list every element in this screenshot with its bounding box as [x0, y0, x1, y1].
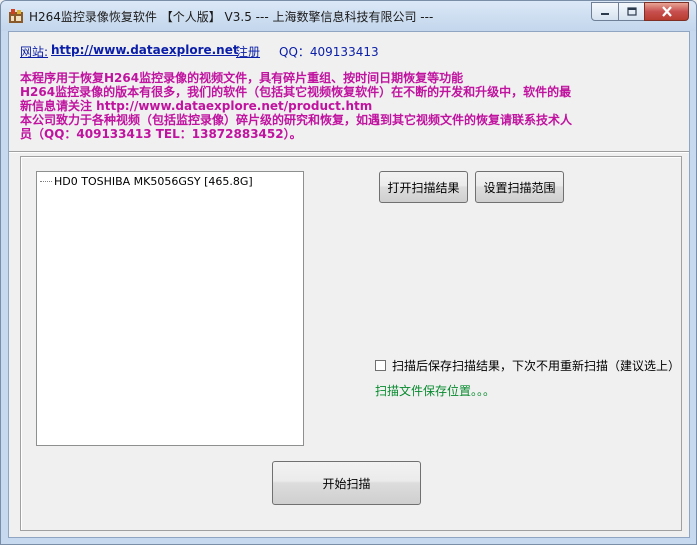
qq-contact: QQ：409133413	[279, 45, 379, 59]
intro-line: 本公司致力于各种视频（包括监控录像）碎片级的研究和恢复，如遇到其它视频文件的恢复…	[20, 113, 573, 127]
intro-line: 新信息请关注 http://www.dataexplore.net/produc…	[20, 99, 373, 113]
divider	[9, 151, 689, 153]
app-icon	[9, 9, 23, 23]
tree-connector	[40, 181, 52, 183]
window-title: H264监控录像恢复软件 【个人版】 V3.5 --- 上海数擎信息科技有限公司…	[29, 10, 434, 24]
open-scan-results-button[interactable]: 打开扫描结果	[379, 171, 468, 203]
website-link[interactable]: http://www.dataexplore.net	[51, 43, 239, 57]
minimize-button[interactable]	[591, 2, 619, 21]
maximize-button[interactable]	[618, 2, 645, 21]
save-location-link[interactable]: 扫描文件保存位置。。。	[375, 382, 495, 399]
app-window: H264监控录像恢复软件 【个人版】 V3.5 --- 上海数擎信息科技有限公司…	[0, 0, 697, 545]
intro-text: 本程序用于恢复H264监控录像的视频文件，具有碎片重组、按时间日期恢复等功能 H…	[20, 71, 682, 141]
client-area: 网站: http://www.dataexplore.net 注册 QQ：409…	[8, 31, 690, 538]
save-results-label: 扫描后保存扫描结果，下次不用重新扫描（建议选上）	[392, 359, 673, 373]
title-bar[interactable]: H264监控录像恢复软件 【个人版】 V3.5 --- 上海数擎信息科技有限公司…	[1, 1, 696, 31]
close-icon	[661, 6, 672, 17]
tree-item-disk[interactable]: HD0 TOSHIBA MK5056GSY [465.8G]	[40, 175, 253, 188]
start-scan-button[interactable]: 开始扫描	[272, 461, 421, 505]
website-label[interactable]: 网站:	[20, 43, 48, 60]
disk-tree[interactable]: HD0 TOSHIBA MK5056GSY [465.8G]	[36, 171, 304, 446]
intro-line: H264监控录像的版本有很多，我们的软件（包括其它视频恢复软件）在不断的开发和升…	[20, 85, 572, 99]
tree-item-label: HD0 TOSHIBA MK5056GSY [465.8G]	[54, 175, 253, 188]
register-link[interactable]: 注册	[236, 43, 260, 60]
set-scan-range-button[interactable]: 设置扫描范围	[475, 171, 564, 203]
minimize-icon	[601, 12, 609, 15]
intro-line: 员（QQ：409133413 TEL：13872883452）。	[20, 127, 302, 141]
intro-line: 本程序用于恢复H264监控录像的视频文件，具有碎片重组、按时间日期恢复等功能	[20, 71, 464, 85]
maximize-icon	[626, 7, 637, 16]
close-button[interactable]	[644, 2, 689, 21]
save-results-checkbox[interactable]	[375, 360, 386, 371]
save-results-option[interactable]: 扫描后保存扫描结果，下次不用重新扫描（建议选上）	[375, 357, 673, 374]
